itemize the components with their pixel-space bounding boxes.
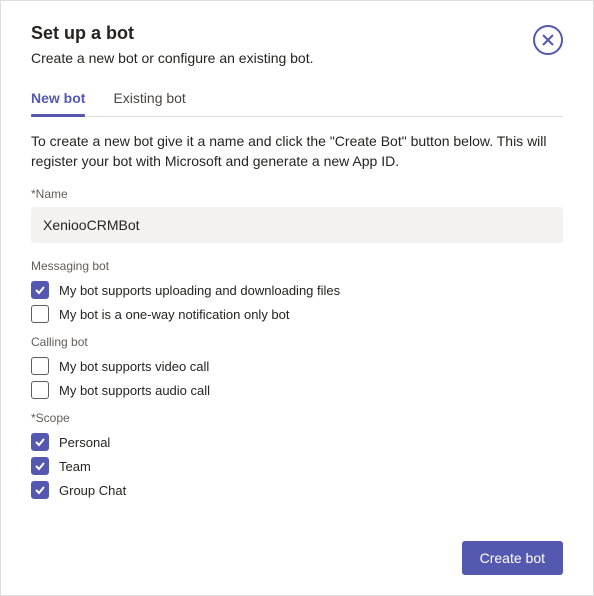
checkbox-row-personal: Personal (31, 433, 563, 451)
checkbox-label: Group Chat (59, 483, 126, 498)
checkbox-row-video: My bot supports video call (31, 357, 563, 375)
checkbox-audio-call[interactable] (31, 381, 49, 399)
close-button[interactable] (533, 25, 563, 55)
checkmark-icon (34, 284, 46, 296)
checkbox-label: My bot supports audio call (59, 383, 210, 398)
tab-description: To create a new bot give it a name and c… (31, 131, 563, 171)
checkbox-label: Personal (59, 435, 110, 450)
messaging-section-label: Messaging bot (31, 259, 563, 273)
checkbox-row-upload: My bot supports uploading and downloadin… (31, 281, 563, 299)
checkmark-icon (34, 460, 46, 472)
checkbox-row-team: Team (31, 457, 563, 475)
tab-existing-bot[interactable]: Existing bot (113, 84, 185, 116)
dialog-footer: Create bot (462, 541, 563, 575)
checkmark-icon (34, 484, 46, 496)
checkbox-upload-files[interactable] (31, 281, 49, 299)
checkbox-scope-group-chat[interactable] (31, 481, 49, 499)
checkbox-row-group: Group Chat (31, 481, 563, 499)
dialog-subtitle: Create a new bot or configure an existin… (31, 50, 314, 66)
tab-new-bot[interactable]: New bot (31, 84, 85, 116)
checkbox-scope-team[interactable] (31, 457, 49, 475)
checkbox-label: My bot supports video call (59, 359, 209, 374)
checkbox-label: My bot supports uploading and downloadin… (59, 283, 340, 298)
checkbox-row-audio: My bot supports audio call (31, 381, 563, 399)
dialog-title: Set up a bot (31, 23, 314, 44)
checkbox-video-call[interactable] (31, 357, 49, 375)
name-label: *Name (31, 187, 563, 201)
checkmark-icon (34, 436, 46, 448)
name-input[interactable] (31, 207, 563, 243)
checkbox-oneway-notification[interactable] (31, 305, 49, 323)
checkbox-label: Team (59, 459, 91, 474)
checkbox-row-oneway: My bot is a one-way notification only bo… (31, 305, 563, 323)
checkbox-scope-personal[interactable] (31, 433, 49, 451)
tabs: New bot Existing bot (31, 84, 563, 117)
scope-section-label: *Scope (31, 411, 563, 425)
create-bot-button[interactable]: Create bot (462, 541, 563, 575)
calling-section-label: Calling bot (31, 335, 563, 349)
dialog-header: Set up a bot Create a new bot or configu… (31, 23, 563, 84)
close-icon (541, 33, 555, 47)
checkbox-label: My bot is a one-way notification only bo… (59, 307, 290, 322)
setup-bot-dialog: Set up a bot Create a new bot or configu… (1, 1, 593, 525)
